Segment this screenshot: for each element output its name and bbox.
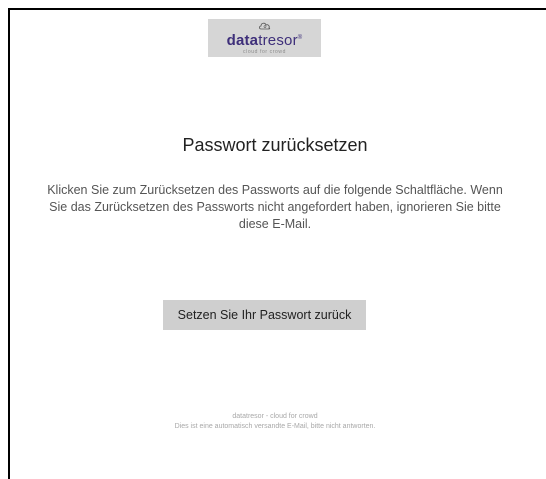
logo-word-regular: tresor — [258, 32, 298, 49]
email-message: Klicken Sie zum Zurücksetzen des Passwor… — [47, 183, 503, 231]
reset-password-button[interactable]: Setzen Sie Ihr Passwort zurück — [163, 300, 366, 330]
datatresor-logo: datatresor® cloud for crowd — [208, 19, 321, 57]
email-title: Passwort zurücksetzen — [182, 135, 368, 155]
logo-trademark: ® — [297, 35, 303, 41]
email-body: datatresor® cloud for crowd Passwort zur… — [8, 8, 546, 479]
logo-word-bold: data — [226, 32, 259, 49]
cloud-icon — [259, 22, 271, 30]
logo-tagline: cloud for crowd — [243, 49, 286, 55]
footer-line-brand: datatresor - cloud for crowd — [232, 413, 318, 420]
email-footer: datatresor - cloud for crowd Dies ist ei… — [10, 412, 540, 432]
logo-wordmark: datatresor® — [208, 32, 321, 49]
footer-line-notice: Dies ist eine automatisch versandte E-Ma… — [174, 423, 376, 430]
